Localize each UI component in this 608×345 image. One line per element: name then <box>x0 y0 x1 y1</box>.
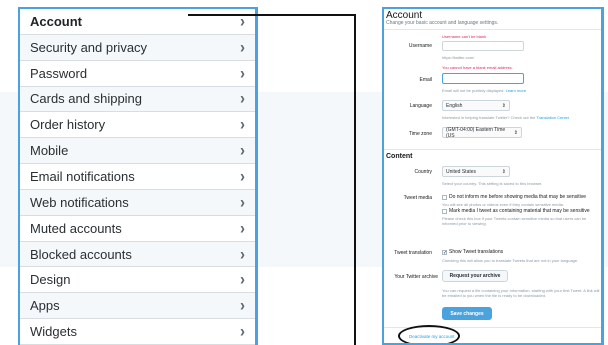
language-note: Interested in helping translate Twitter?… <box>442 115 569 120</box>
menu-item-label: Widgets <box>30 324 77 340</box>
menu-item-security-and-privacy[interactable]: Security and privacy › <box>20 34 255 61</box>
chevron-right-icon: › <box>240 37 245 57</box>
account-settings-panel: Account Change your basic account and la… <box>382 7 604 345</box>
archive-label: Your Twitter archive <box>394 274 438 280</box>
sensitive-media-checkbox[interactable]: Do not inform me before showing media th… <box>442 194 586 200</box>
learn-more-link[interactable]: Learn more <box>506 88 526 93</box>
language-label: Language <box>409 103 432 109</box>
menu-item-label: Account <box>30 13 82 29</box>
select-arrows-icon: ⇕ <box>501 168 506 175</box>
archive-note: You can request a file containing your i… <box>442 288 600 298</box>
chevron-right-icon: › <box>240 167 245 186</box>
page-subtitle: Change your basic account and language s… <box>386 20 499 26</box>
show-translations-label: Show Tweet translations <box>449 249 504 255</box>
timezone-select-value: (GMT-04:00) Eastern Time (US <box>446 126 506 139</box>
connector-line-horizontal <box>188 14 356 16</box>
menu-item-widgets[interactable]: Widgets › <box>20 319 255 345</box>
menu-item-muted-accounts[interactable]: Muted accounts › <box>20 215 255 242</box>
save-changes-button[interactable]: Save changes <box>442 307 492 320</box>
tweet-media-label: Tweet media <box>403 195 432 201</box>
email-label: Email <box>419 77 432 83</box>
country-label: Country <box>414 169 432 175</box>
username-input[interactable] <box>442 41 524 51</box>
menu-item-apps[interactable]: Apps › <box>20 293 255 320</box>
show-translations-checkbox[interactable]: ✓ Show Tweet translations <box>442 249 503 255</box>
username-label: Username <box>408 43 432 49</box>
menu-item-label: Cards and shipping <box>30 91 143 107</box>
menu-item-label: Apps <box>30 298 60 314</box>
menu-item-label: Design <box>30 272 71 288</box>
sensitive-media-note: You will see all photos or videos even i… <box>442 202 564 207</box>
divider <box>384 149 601 150</box>
mark-media-note: Please check this box if your Tweets con… <box>442 216 587 226</box>
checkbox-icon <box>442 194 447 200</box>
translation-note: Checking this will allow you to translat… <box>442 258 579 263</box>
timezone-label: Time zone <box>408 131 432 137</box>
divider <box>384 29 601 30</box>
chevron-right-icon: › <box>240 296 245 316</box>
content-heading: Content <box>386 153 413 160</box>
timezone-select[interactable]: (GMT-04:00) Eastern Time (US ⇕ <box>442 126 522 139</box>
menu-item-label: Email notifications <box>30 168 135 184</box>
menu-item-web-notifications[interactable]: Web notifications › <box>20 189 255 216</box>
chevron-right-icon: › <box>240 115 245 135</box>
chevron-right-icon: › <box>240 89 245 109</box>
settings-menu: Account › Security and privacy › Password › Ca… <box>18 7 258 345</box>
translation-center-link[interactable]: Translation Center <box>536 115 569 120</box>
menu-item-cards-and-shipping[interactable]: Cards and shipping › <box>20 86 255 113</box>
chevron-right-icon: › <box>240 244 245 264</box>
menu-item-label: Order history <box>30 117 106 133</box>
menu-item-label: Security and privacy <box>30 39 148 55</box>
language-note-text: Interested in helping translate Twitter?… <box>442 115 536 120</box>
menu-item-design[interactable]: Design › <box>20 267 255 294</box>
menu-item-account[interactable]: Account › <box>20 9 255 35</box>
chevron-right-icon: › <box>240 192 245 212</box>
email-input[interactable] <box>442 73 524 84</box>
chevron-right-icon: › <box>240 322 245 341</box>
checkbox-icon <box>442 208 447 214</box>
email-note-text: Email will not be publicly displayed. <box>442 88 505 93</box>
tweet-translation-label: Tweet translation <box>394 250 432 256</box>
menu-item-label: Password <box>30 65 88 81</box>
menu-item-label: Web notifications <box>30 194 129 210</box>
menu-item-label: Mobile <box>30 143 69 159</box>
email-note: Email will not be publicly displayed. Le… <box>442 88 526 93</box>
email-error: You cannot have a blank email address. <box>442 65 513 70</box>
sensitive-media-label: Do not inform me before showing media th… <box>449 194 587 200</box>
request-archive-button[interactable]: Request your archive <box>442 270 508 282</box>
country-select-value: United States <box>446 168 477 175</box>
menu-item-order-history[interactable]: Order history › <box>20 112 255 139</box>
country-select[interactable]: United States ⇕ <box>442 166 510 177</box>
connector-line-vertical <box>354 14 356 345</box>
chevron-right-icon: › <box>240 63 245 83</box>
mark-media-checkbox[interactable]: Mark media I tweet as containing materia… <box>442 208 590 214</box>
chevron-right-icon: › <box>240 141 245 160</box>
language-select-value: English <box>446 102 463 109</box>
menu-item-mobile[interactable]: Mobile › <box>20 138 255 165</box>
select-arrows-icon: ⇕ <box>513 129 518 136</box>
language-select[interactable]: English ⇕ <box>442 100 510 111</box>
menu-item-label: Muted accounts <box>30 220 122 236</box>
menu-item-email-notifications[interactable]: Email notifications › <box>20 164 255 190</box>
highlight-circle <box>398 325 460 343</box>
mark-media-label: Mark media I tweet as containing materia… <box>449 208 590 214</box>
menu-item-label: Blocked accounts <box>30 246 132 262</box>
menu-item-blocked-accounts[interactable]: Blocked accounts › <box>20 241 255 268</box>
username-url: https://twitter.com/ <box>442 55 475 60</box>
checkmark-icon: ✓ <box>442 249 448 256</box>
username-error: Username can't be blank <box>442 34 487 39</box>
chevron-right-icon: › <box>240 270 245 290</box>
menu-item-password[interactable]: Password › <box>20 60 255 87</box>
select-arrows-icon: ⇕ <box>501 102 506 109</box>
chevron-right-icon: › <box>240 218 245 238</box>
country-note: Select your country. This setting is sav… <box>442 181 543 186</box>
